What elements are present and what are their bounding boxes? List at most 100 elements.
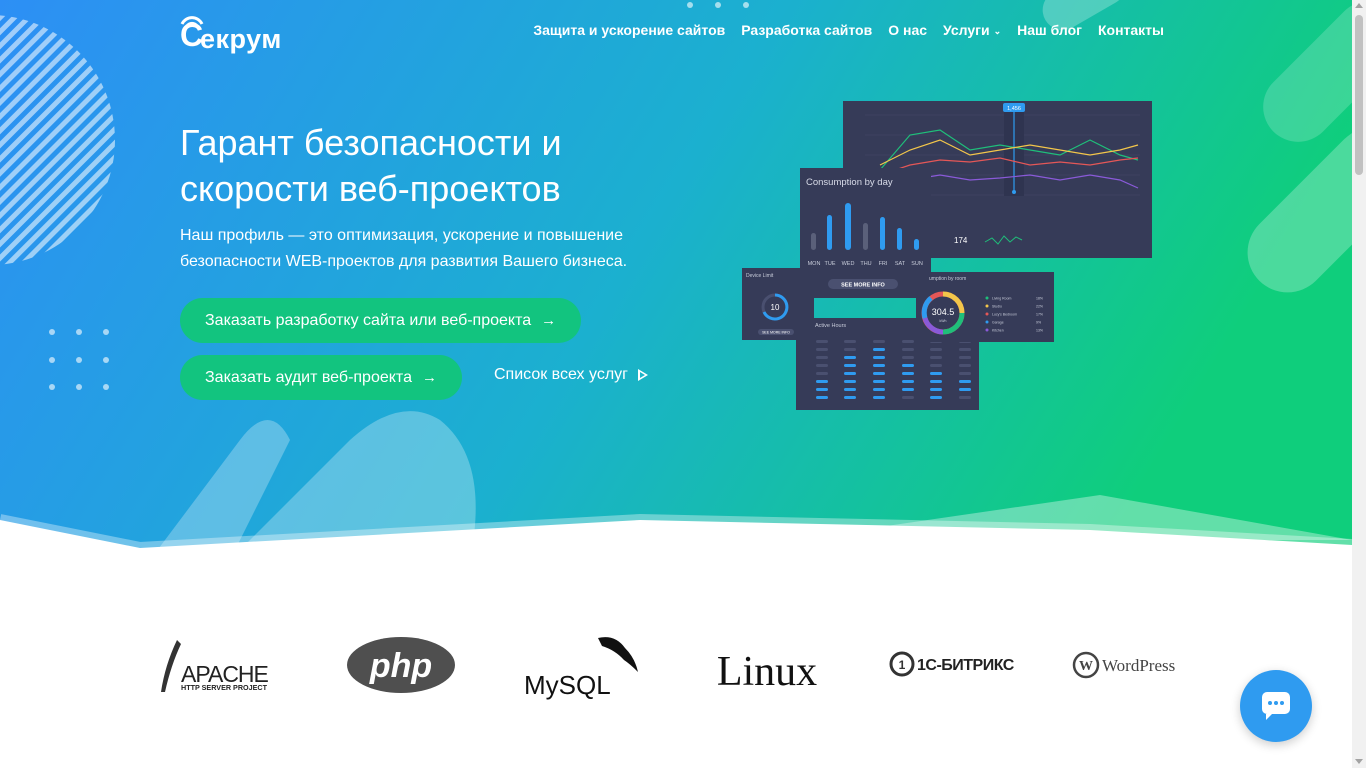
- line-marker-value: 1,456: [1007, 106, 1021, 112]
- active-hour-pill: [844, 348, 856, 351]
- room-legend: Studio: [992, 305, 1002, 309]
- day-label: TUE: [825, 261, 836, 267]
- active-hour-pill: [816, 372, 828, 375]
- active-hour-pill: [844, 364, 856, 367]
- nav-item-about[interactable]: О нас: [888, 22, 927, 38]
- room-pct: 17%: [1036, 313, 1043, 317]
- wordpress-name: WordPress: [1102, 656, 1175, 675]
- day-label: SUN: [911, 261, 923, 267]
- linux-name: Linux: [717, 649, 817, 695]
- svg-text:1: 1: [899, 658, 906, 672]
- svg-text:W: W: [1079, 659, 1093, 674]
- room-pct: 18%: [1036, 297, 1043, 301]
- nav-item-protection[interactable]: Защита и ускорение сайтов: [533, 22, 725, 38]
- order-audit-button[interactable]: Заказать аудит веб-проекта →: [180, 355, 462, 400]
- active-hour-pill: [902, 372, 914, 375]
- active-hour-pill: [902, 388, 914, 391]
- consumption-title: Consumption by day: [806, 177, 893, 188]
- play-icon: [637, 369, 648, 381]
- scroll-up-arrow-icon[interactable]: [1355, 3, 1363, 8]
- active-hour-pill: [959, 380, 971, 383]
- active-hour-pill: [959, 372, 971, 375]
- active-hour-pill: [816, 356, 828, 359]
- day-label: WED: [842, 261, 855, 267]
- active-hour-pill: [844, 380, 856, 383]
- big-stat: 174: [954, 236, 968, 245]
- device-see-more: SEE MORE INFO: [762, 331, 790, 335]
- logo-text: екрум: [200, 24, 282, 54]
- active-hour-pill: [959, 388, 971, 391]
- nav-item-services[interactable]: Услуги ⌄: [943, 22, 1001, 38]
- active-hour-pill: [959, 364, 971, 367]
- active-hour-pill: [902, 348, 914, 351]
- scrollbar[interactable]: [1352, 0, 1366, 768]
- active-hour-pill: [902, 380, 914, 383]
- active-hour-pill: [902, 364, 914, 367]
- hero-title-line2: скорости веб-проектов: [180, 168, 561, 209]
- wordpress-logo: W WordPress: [1072, 651, 1175, 679]
- active-hour-pill: [873, 388, 885, 391]
- active-hour-pill: [959, 356, 971, 359]
- nav-menu: Защита и ускорение сайтов Разработка сай…: [533, 22, 1164, 38]
- active-hour-pill: [873, 396, 885, 399]
- mysql-logo: MySQL: [524, 637, 638, 700]
- room-legend: Lucy's Bedroom: [992, 313, 1017, 317]
- active-hour-pill: [930, 388, 942, 391]
- room-legend: Living Room: [992, 297, 1012, 301]
- apache-sub: HTTP SERVER PROJECT: [181, 683, 268, 692]
- all-services-label: Список всех услуг: [494, 366, 628, 383]
- active-hours-title: Active Hours: [815, 323, 846, 329]
- hero-subtitle: Наш профиль — это оптимизация, ускорение…: [180, 223, 680, 275]
- active-hour-pill: [873, 380, 885, 383]
- php-logo: php: [347, 637, 455, 693]
- page: С екрум Защита и ускорение сайтов Разраб…: [0, 0, 1366, 768]
- active-hour-pill: [930, 396, 942, 399]
- active-hour-pill: [902, 356, 914, 359]
- active-hour-pill: [844, 396, 856, 399]
- nav-item-contacts[interactable]: Контакты: [1098, 22, 1164, 38]
- active-hour-pill: [873, 340, 885, 343]
- tech-logos-row: APACHE HTTP SERVER PROJECT php MySQL Lin…: [0, 620, 1352, 710]
- active-hour-pill: [959, 348, 971, 351]
- active-hour-pill: [902, 340, 914, 343]
- nav-item-blog[interactable]: Наш блог: [1017, 22, 1082, 38]
- bitrix-name: 1С-БИТРИКС: [917, 657, 1014, 674]
- active-hour-pill: [873, 364, 885, 367]
- active-hour-pill: [816, 348, 828, 351]
- nav-item-development[interactable]: Разработка сайтов: [741, 22, 872, 38]
- day-label: THU: [860, 261, 871, 267]
- room-value: 304.5: [932, 307, 955, 317]
- dashboard-illustration: 1,456 174 Consumption by day MON TUE WED…: [742, 101, 1152, 410]
- chat-button[interactable]: [1240, 670, 1312, 742]
- linux-logo: Linux: [717, 649, 817, 695]
- active-hour-pill: [930, 348, 942, 351]
- active-hour-pill: [816, 364, 828, 367]
- order-development-button[interactable]: Заказать разработку сайта или веб-проект…: [180, 298, 582, 343]
- top-navigation: С екрум Защита и ускорение сайтов Разраб…: [0, 0, 1352, 64]
- active-hour-pill: [930, 372, 942, 375]
- active-hour-pill: [816, 380, 828, 383]
- active-hour-pill: [816, 396, 828, 399]
- active-hour-pill: [844, 340, 856, 343]
- day-label: FRI: [879, 261, 888, 267]
- scroll-down-arrow-icon[interactable]: [1355, 759, 1363, 764]
- hero-title-line1: Гарант безопасности и: [180, 122, 562, 163]
- chat-bubble-icon: [1262, 692, 1290, 720]
- room-title: umption by room: [929, 276, 966, 282]
- room-unit: kWh: [940, 319, 947, 323]
- active-hour-pill: [873, 372, 885, 375]
- active-hour-pill: [930, 356, 942, 359]
- scrollbar-thumb[interactable]: [1355, 15, 1363, 175]
- room-pct: 13%: [1036, 329, 1043, 333]
- active-hour-pill: [930, 380, 942, 383]
- decorative-dots: [45, 325, 115, 395]
- room-legend: Garage: [992, 321, 1004, 325]
- active-hour-pill: [959, 396, 971, 399]
- active-hour-pill: [816, 340, 828, 343]
- all-services-link[interactable]: Список всех услуг: [494, 366, 648, 384]
- order-development-label: Заказать разработку сайта или веб-проект…: [205, 311, 532, 329]
- room-pct: 22%: [1036, 305, 1043, 309]
- nav-item-services-label: Услуги: [943, 22, 990, 38]
- bitrix-logo: 1 1С-БИТРИКС: [889, 651, 1014, 677]
- arrow-right-icon: →: [541, 312, 557, 329]
